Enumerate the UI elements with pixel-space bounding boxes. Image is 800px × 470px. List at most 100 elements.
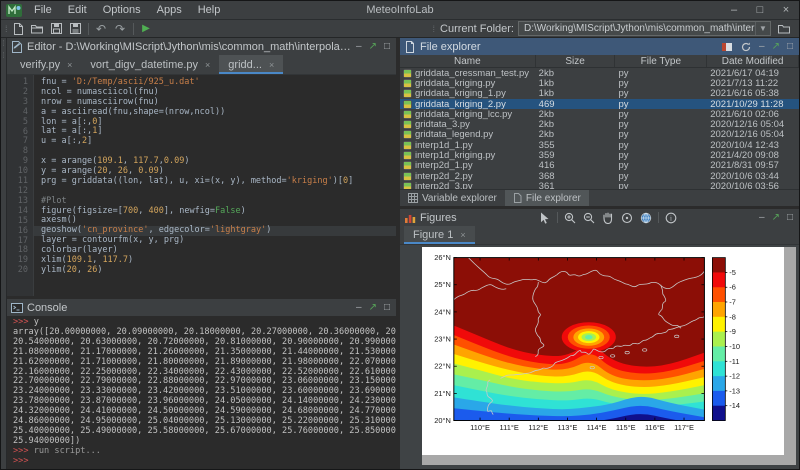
table-row[interactable]: interp1d_1.py355py2020/10/4 12:43 (400, 140, 799, 150)
zoom-out-icon[interactable] (582, 211, 596, 224)
explorer-bottom-tabs: Variable explorerFile explorer (400, 189, 799, 206)
rotate-icon[interactable] (620, 211, 634, 224)
close-icon[interactable]: × (773, 1, 799, 19)
table-row[interactable]: griddata_kriging.py1kbpy2021/7/13 11:22 (400, 78, 799, 88)
console-line: >>> (13, 457, 396, 467)
console-panel-icon (11, 302, 23, 314)
current-folder-combo[interactable]: D:\Working\MIScript\Jython\mis\common_ma… (518, 21, 771, 36)
table-row[interactable]: interp2d_2.py368py2020/10/6 03:44 (400, 171, 799, 181)
figure-toolbar: i (538, 211, 678, 224)
menu-options[interactable]: Options (95, 1, 149, 19)
float-panel-icon[interactable]: ↗ (369, 303, 377, 313)
table-row[interactable]: griddata_kriging_lcc.py2kbpy2021/6/10 02… (400, 109, 799, 119)
refresh-icon[interactable] (740, 41, 752, 53)
file-explorer-header: File explorer – ↗ □ (400, 38, 799, 55)
open-folder-icon[interactable] (28, 21, 47, 37)
svg-text:-9: -9 (729, 327, 736, 336)
globe-icon[interactable] (639, 211, 653, 224)
menu-edit[interactable]: Edit (60, 1, 95, 19)
table-row[interactable]: griddata_kriging_1.py1kbpy2021/6/16 05:3… (400, 89, 799, 99)
table-row[interactable]: gridtata_3.py2kbpy2020/12/16 05:04 (400, 119, 799, 129)
current-folder-value[interactable]: D:\Working\MIScript\Jython\mis\common_ma… (519, 23, 755, 34)
file-table-body: griddata_cressman_test.py2kbpy2021/6/17 … (400, 68, 799, 189)
tab-variable-explorer[interactable]: Variable explorer (400, 190, 505, 206)
save-as-icon[interactable] (66, 21, 85, 37)
main-area: ⁞⁞ Editor - D:\Working\MIScript\Jython\m… (1, 38, 799, 470)
editor-tab[interactable]: verify.py× (11, 55, 81, 74)
file-table-header[interactable]: NameSizeFile TypeDate Modified (400, 55, 799, 68)
column-header-date-modified[interactable]: Date Modified (707, 55, 799, 67)
close-tab-icon[interactable]: × (269, 60, 274, 70)
table-row[interactable]: griddata_kriging_2.py469py2021/10/29 11:… (400, 99, 799, 109)
folder-bar-drag-handle[interactable]: ⁞ (433, 24, 435, 34)
close-tab-icon[interactable]: × (205, 60, 210, 70)
pan-icon[interactable] (601, 211, 615, 224)
code-line[interactable]: prg = griddata((lon, lat), u, xi=(x, y),… (34, 177, 396, 187)
figure-viewport[interactable]: 110°E111°E112°E113°E114°E115°E116°E117°E… (400, 245, 799, 470)
table-row[interactable]: interp1d_kriging.py359py2021/4/20 09:08 (400, 150, 799, 160)
figure-tab-bar: Figure 1 × (400, 226, 799, 245)
minimize-icon[interactable]: – (721, 1, 747, 19)
maximize-icon[interactable]: □ (747, 1, 773, 19)
close-tab-icon[interactable]: × (67, 60, 72, 70)
svg-text:111°E: 111°E (500, 423, 519, 432)
redo-icon[interactable]: ↷ (111, 21, 130, 37)
editor-tab[interactable]: gridd...× (219, 55, 283, 74)
save-icon[interactable] (47, 21, 66, 37)
console-output[interactable]: >>> yarray([20.00000000, 20.09000000, 20… (7, 316, 396, 470)
minimize-panel-icon[interactable]: – (759, 213, 765, 223)
console-panel-controls: – ↗ □ (356, 303, 392, 313)
identify-icon[interactable]: i (664, 211, 678, 224)
main-toolbar: ⁞ ↶ ↷ ▶ ⁞ Current Folder: D:\Working\MIS… (1, 20, 799, 38)
table-row[interactable]: interp2d_1.py416py2021/8/31 09:57 (400, 161, 799, 171)
maximize-panel-icon[interactable]: □ (384, 303, 390, 313)
code-line[interactable]: figure(figsize=[700, 400], newfig=False) (34, 207, 396, 217)
code-line[interactable]: u = a[:,2] (34, 137, 396, 147)
collapse-icon[interactable] (721, 41, 733, 53)
menu-apps[interactable]: Apps (149, 1, 190, 19)
select-arrow-icon[interactable] (538, 211, 552, 224)
tab-figure-1[interactable]: Figure 1 × (404, 226, 475, 244)
new-file-icon[interactable] (9, 21, 28, 37)
line-number-gutter: 1234567891011121314151617181920 (7, 75, 34, 296)
current-folder-group: ⁞ Current Folder: D:\Working\MIScript\Jy… (431, 21, 800, 37)
maximize-panel-icon[interactable]: □ (787, 42, 793, 52)
column-header-size[interactable]: Size (536, 55, 616, 67)
column-header-name[interactable]: Name (400, 55, 536, 67)
menu-help[interactable]: Help (190, 1, 229, 19)
zoom-in-icon[interactable] (563, 211, 577, 224)
minimize-panel-icon[interactable]: – (356, 42, 362, 52)
close-tab-icon[interactable]: × (460, 230, 465, 240)
column-header-file-type[interactable]: File Type (615, 55, 707, 67)
svg-text:113°E: 113°E (558, 423, 578, 432)
undo-icon[interactable]: ↶ (92, 21, 111, 37)
maximize-panel-icon[interactable]: □ (384, 42, 390, 52)
float-panel-icon[interactable]: ↗ (369, 42, 377, 52)
float-panel-icon[interactable]: ↗ (772, 213, 780, 223)
svg-text:116°E: 116°E (645, 423, 665, 432)
editor-tab[interactable]: vort_digv_datetime.py× (81, 55, 219, 74)
maximize-panel-icon[interactable]: □ (787, 213, 793, 223)
minimize-panel-icon[interactable]: – (356, 303, 362, 313)
window-controls: – □ × (721, 1, 799, 19)
svg-text:20°N: 20°N (434, 416, 451, 425)
code-line[interactable]: ylim(20, 26) (34, 266, 396, 276)
float-panel-icon[interactable]: ↗ (772, 42, 780, 52)
code-line[interactable] (34, 187, 396, 197)
svg-text:24°N: 24°N (434, 308, 451, 317)
code-lines[interactable]: fnu = 'D:/Temp/ascii/925_u.dat'ncol = nu… (34, 75, 396, 296)
table-row[interactable]: interp2d_3.py361py2020/10/6 03:56 (400, 181, 799, 189)
figures-header: Figures i – ↗ □ (400, 209, 799, 226)
menu-file[interactable]: File (26, 1, 60, 19)
browse-folder-icon[interactable] (775, 21, 794, 37)
table-row[interactable]: gridtata_legend.py2kbpy2020/12/16 05:04 (400, 130, 799, 140)
code-editor[interactable]: 1234567891011121314151617181920 fnu = 'D… (7, 75, 396, 296)
tab-file-explorer[interactable]: File explorer (505, 190, 589, 206)
chevron-down-icon[interactable]: ▼ (755, 22, 770, 35)
minimize-panel-icon[interactable]: – (759, 42, 765, 52)
file-explorer-panel: File explorer – ↗ □ NameSizeFile TypeDat… (400, 38, 799, 206)
table-row[interactable]: griddata_cressman_test.py2kbpy2021/6/17 … (400, 68, 799, 78)
toolbar-drag-handle[interactable]: ⁞ (5, 24, 7, 34)
run-script-icon[interactable]: ▶ (137, 21, 156, 37)
left-column: Editor - D:\Working\MIScript\Jython\mis\… (7, 38, 396, 470)
